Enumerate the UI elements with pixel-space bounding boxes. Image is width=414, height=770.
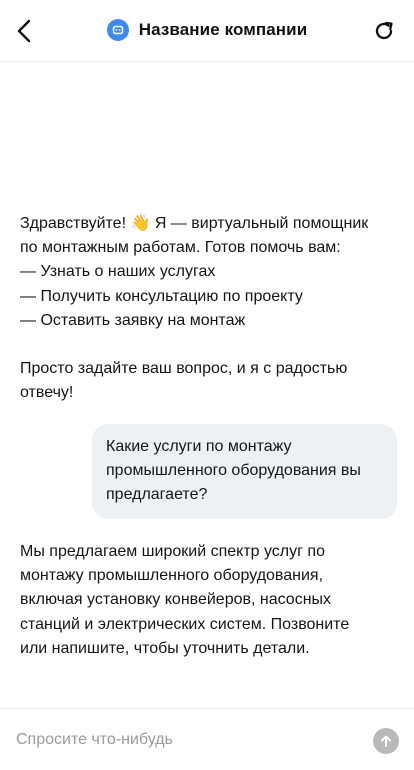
chat-header: Название компании xyxy=(0,0,414,62)
page-title: Название компании xyxy=(138,20,308,39)
bot-avatar xyxy=(106,19,129,41)
bot-message-answer: Мы предлагаем широкий спектр услуг по мо… xyxy=(20,543,350,657)
arrow-up-icon xyxy=(381,735,391,747)
bot-icon xyxy=(112,25,123,35)
header-title-group: Название компании xyxy=(0,19,414,41)
chat-messages[interactable]: Здравствуйте! 👋 Я — виртуальный помощник… xyxy=(0,62,414,708)
message-input[interactable] xyxy=(16,726,356,754)
chat-app: Название компании Здравствуйте! 👋 Я — ви… xyxy=(0,0,414,770)
user-message-bubble: Какие услуги по монтажу промышленного об… xyxy=(92,424,397,519)
refresh-icon xyxy=(375,21,393,40)
message-composer xyxy=(0,708,414,770)
send-button[interactable] xyxy=(373,728,399,754)
bot-message-greeting: Здравствуйте! 👋 Я — виртуальный помощник… xyxy=(20,215,369,402)
reload-button[interactable] xyxy=(368,15,400,47)
